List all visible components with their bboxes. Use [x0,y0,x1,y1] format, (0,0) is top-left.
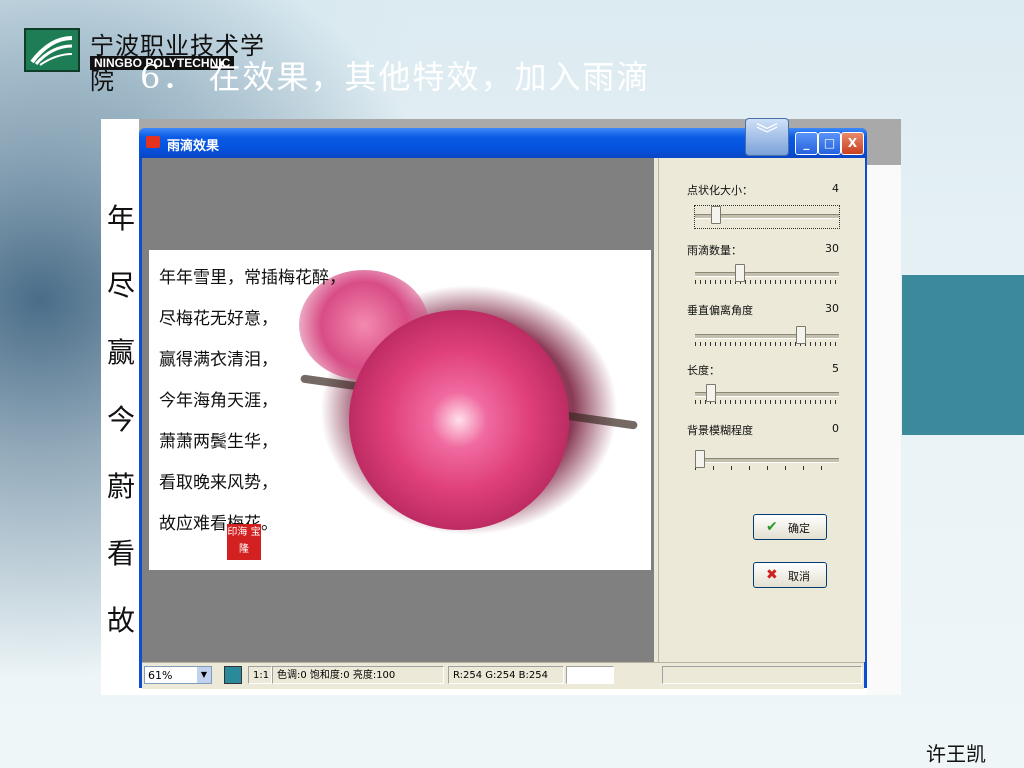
dialog-title: 雨滴效果 [167,139,220,154]
poem-line: 看取晚来风势， [159,473,278,493]
dot-size-label: 点状化大小： [687,184,753,197]
poem-line: 赢得满衣清泪， [159,350,278,370]
side-char: 看 [107,537,136,570]
close-button[interactable]: X [841,132,864,155]
rain-effect-dialog: 雨滴效果 ︾ _ □ X 年年雪里，常插梅花醉， 尽梅花无好意， 赢得满衣清泪，… [139,118,867,689]
slide-title: 6． 在效果，其他特效，加入雨滴 [140,58,651,96]
status-empty-cell [566,666,614,684]
ok-label: 确定 [788,522,810,535]
background-poem-strip: 年 尽 赢 今 蔚 看 故 [101,119,139,695]
minimize-button[interactable]: _ [795,132,818,155]
poem-line: 今年海角天涯， [159,391,278,411]
blur-label: 背景模糊程度 [687,424,753,437]
maximize-button[interactable]: □ [818,132,841,155]
status-right-cell [662,666,862,684]
raindrop-count-value: 30 [825,242,839,255]
chevron-down-icon[interactable]: ▼ [197,667,211,683]
side-char: 年 [107,202,136,235]
vertical-angle-value: 30 [825,302,839,315]
poem-line: 尽梅花无好意， [159,309,278,329]
side-char: 尽 [107,269,136,302]
logo-mark-icon [24,28,80,72]
ratio-button[interactable]: 1:1 [248,666,272,684]
decorative-teal-block [902,275,1024,435]
slider-thumb[interactable] [706,384,716,402]
app-icon [146,136,160,148]
blur-value: 0 [832,422,839,435]
raindrop-count-label: 雨滴数量： [687,244,742,257]
preview-image: 年年雪里，常插梅花醉， 尽梅花无好意， 赢得满衣清泪， 今年海角天涯， 萧萧两鬓… [149,250,651,570]
checkmark-icon: ✔ [766,519,778,535]
dialog-titlebar[interactable]: 雨滴效果 ︾ _ □ X [139,118,867,158]
dot-size-value: 4 [832,182,839,195]
blur-slider[interactable] [695,450,839,472]
side-char: 蔚 [107,470,136,503]
slider-thumb[interactable] [796,326,806,344]
length-label: 长度： [687,364,720,377]
collapse-chevron-icon[interactable]: ︾ [745,118,789,156]
rgb-readout: R:254 G:254 B:254 [448,666,564,684]
ok-button[interactable]: ✔ 确定 [753,514,827,540]
preview-pane: 年年雪里，常插梅花醉， 尽梅花无好意， 赢得满衣清泪， 今年海角天涯， 萧萧两鬓… [142,158,654,662]
side-char: 今 [107,403,136,436]
settings-panel: 点状化大小： 4 雨滴数量： 30 垂直偏离角度 30 长度： 5 背景模糊程度… [658,158,865,662]
fit-image-icon[interactable] [224,666,242,684]
status-bar: 61% ▼ 1:1 色调:0 饱和度:0 亮度:100 R:254 G:254 … [142,662,864,689]
length-slider[interactable] [695,384,839,406]
cancel-label: 取消 [788,570,810,583]
vertical-angle-slider[interactable] [695,326,839,348]
raindrop-count-slider[interactable] [695,264,839,286]
zoom-value: 61% [148,669,173,682]
cross-icon: ✖ [766,567,778,583]
poem-line: 年年雪里，常插梅花醉， [159,268,346,288]
blossom [349,310,569,530]
author-name: 许王凯 [926,742,986,766]
dot-size-slider[interactable] [694,205,840,229]
poem-text: 年年雪里，常插梅花醉， 尽梅花无好意， 赢得满衣清泪， 今年海角天涯， 萧萧两鬓… [159,258,346,545]
side-char: 故 [107,604,136,637]
length-value: 5 [832,362,839,375]
slider-thumb[interactable] [735,264,745,282]
cancel-button[interactable]: ✖ 取消 [753,562,827,588]
dialog-client: 年年雪里，常插梅花醉， 尽梅花无好意， 赢得满衣清泪， 今年海角天涯， 萧萧两鬓… [142,158,865,689]
poem-line: 萧萧两鬓生华， [159,432,278,452]
color-adjust-status: 色调:0 饱和度:0 亮度:100 [272,666,444,684]
zoom-select[interactable]: 61% ▼ [144,666,212,684]
slider-thumb[interactable] [711,206,721,224]
red-seal: 印海 宝隆 [227,524,261,560]
side-char: 赢 [107,336,136,369]
slider-thumb[interactable] [695,450,705,468]
vertical-angle-label: 垂直偏离角度 [687,304,753,317]
app-right-area [867,165,901,695]
